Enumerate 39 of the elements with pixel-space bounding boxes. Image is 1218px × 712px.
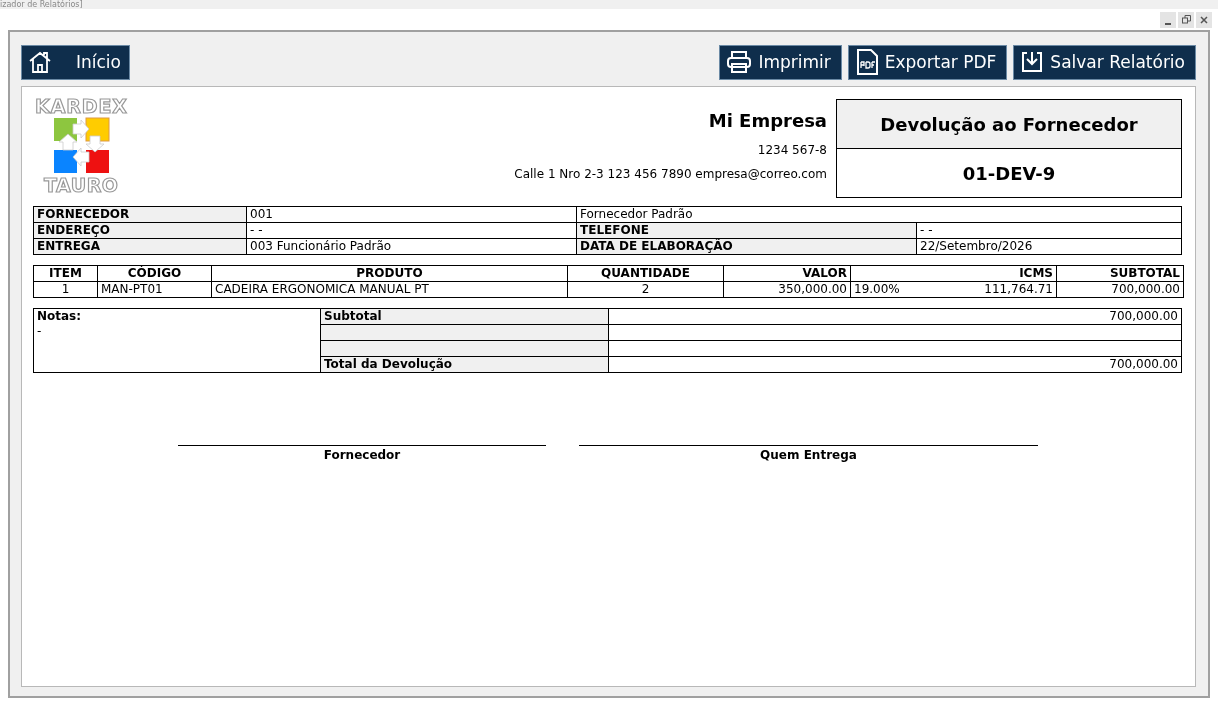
company-name: Mi Empresa — [708, 110, 827, 131]
print-button[interactable]: Imprimir — [719, 44, 842, 80]
window-title: izador de Relatórios] — [0, 0, 83, 9]
pdf-button[interactable]: Exportar PDF — [847, 44, 1008, 80]
column-header: VALOR — [723, 265, 851, 282]
icms-value: 111,764.71 — [984, 282, 1053, 297]
kardex-tauro-logo: KARDEX TAURO — [33, 96, 129, 194]
signature-line: Quem Entrega — [579, 445, 1038, 462]
signature-line: Fornecedor — [178, 445, 546, 462]
minimize-icon — [1165, 22, 1171, 25]
document-number: 01-DEV-9 — [961, 161, 1057, 186]
home-button[interactable]: Início — [21, 44, 130, 80]
download-icon — [1020, 50, 1045, 74]
home-icon — [28, 50, 52, 74]
total-value: 700,000.00 — [608, 308, 1182, 325]
printer-icon — [726, 50, 753, 74]
column-header: SUBTOTAL — [1056, 265, 1184, 282]
restore-icon — [1181, 15, 1191, 24]
document-title: Devolução ao Fornecedor — [837, 100, 1181, 149]
column-header: CÓDIGO — [97, 265, 212, 282]
field-value: Fornecedor Padrão — [576, 206, 1182, 223]
save-button[interactable]: Salvar Relatório — [1013, 44, 1196, 80]
column-header: ICMS — [850, 265, 1057, 282]
pdf-file-icon — [854, 49, 879, 75]
company-contact: Calle 1 Nro 2-3 123 456 7890 empresa@correo.com — [514, 167, 827, 181]
total-label: Subtotal — [320, 308, 609, 325]
field-value: 001 — [246, 206, 577, 223]
company-id: 1234 567-8 — [757, 143, 827, 157]
column-header: ITEM — [33, 265, 98, 282]
column-header: QUANTIDADE — [567, 265, 724, 282]
notes-label: Notas: — [37, 309, 82, 324]
restore-button[interactable] — [1178, 11, 1194, 28]
notes-text: - — [37, 324, 42, 338]
column-header: PRODUTO — [211, 265, 568, 282]
icms-rate: 19.00% — [854, 282, 900, 297]
minimize-button[interactable] — [1160, 11, 1176, 28]
field-label: FORNECEDOR — [33, 206, 247, 223]
close-icon — [1200, 15, 1208, 24]
close-button[interactable] — [1196, 11, 1212, 28]
